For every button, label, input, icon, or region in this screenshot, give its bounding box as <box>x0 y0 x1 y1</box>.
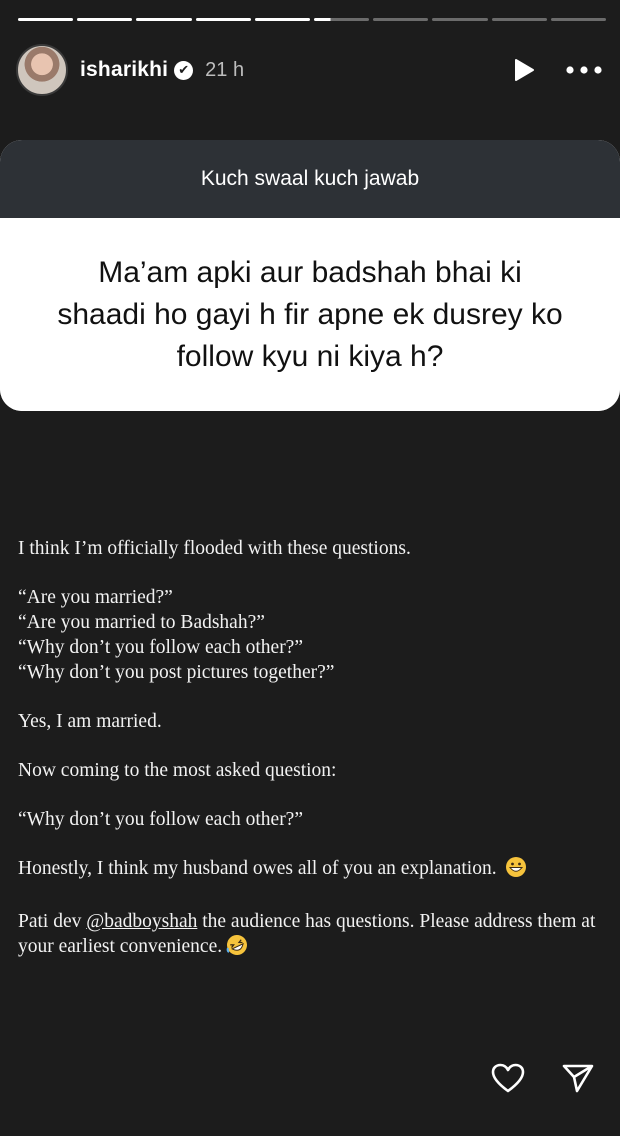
like-heart-icon[interactable] <box>490 1060 526 1096</box>
rofl-emoji-icon <box>226 934 248 963</box>
caption-line: Now coming to the most asked question: <box>18 760 337 781</box>
question-sticker-title: Kuch swaal kuch jawab <box>0 140 620 218</box>
share-send-icon[interactable] <box>560 1060 596 1096</box>
progress-segment <box>432 18 488 21</box>
progress-segment-current <box>314 18 370 21</box>
story-text: I think I’m officially flooded with thes… <box>18 536 618 963</box>
caption-line: I think I’m officially flooded with thes… <box>18 538 411 559</box>
progress-segment <box>77 18 133 21</box>
more-icon[interactable] <box>564 56 604 84</box>
caption-text: Honestly, I think my husband owes all of… <box>18 858 497 879</box>
caption-quote: “Why don’t you post pictures together?” <box>18 662 335 683</box>
progress-segment <box>491 18 547 21</box>
progress-segment <box>254 18 311 21</box>
caption-quote: “Are you married to Badshah?” <box>18 612 265 633</box>
username[interactable]: isharikhi <box>80 58 168 82</box>
caption-quote: “Are you married?” <box>18 587 173 608</box>
progress-segment <box>18 18 74 21</box>
post-time: 21 h <box>205 58 245 81</box>
caption-text: Pati dev <box>18 911 87 932</box>
mention-link[interactable]: @badboyshah <box>86 911 197 932</box>
verified-badge-icon: ✔ <box>174 60 194 80</box>
caption-line: Honestly, I think my husband owes all of… <box>18 856 618 885</box>
story-header: isharikhi ✔ 21 h <box>16 42 604 98</box>
progress-segment <box>195 18 251 21</box>
caption-quote: “Why don’t you follow each other?” <box>18 637 303 658</box>
question-sticker: Kuch swaal kuch jawab Ma’am apki aur bad… <box>0 140 620 411</box>
progress-segment <box>550 18 607 21</box>
progress-segment <box>136 18 192 21</box>
avatar[interactable] <box>16 44 68 96</box>
play-icon[interactable] <box>510 56 538 84</box>
caption-line: Yes, I am married. <box>18 711 162 732</box>
story-progress-bar <box>18 18 607 21</box>
question-sticker-text: Ma’am apki aur badshah bhai ki shaadi ho… <box>0 218 620 411</box>
story-actions <box>490 1060 596 1096</box>
caption-quote: “Why don’t you follow each other?” <box>18 809 303 830</box>
caption-line: Pati dev @badboyshah the audience has qu… <box>18 909 618 963</box>
grinning-face-emoji-icon <box>505 856 527 885</box>
progress-segment <box>373 18 429 21</box>
